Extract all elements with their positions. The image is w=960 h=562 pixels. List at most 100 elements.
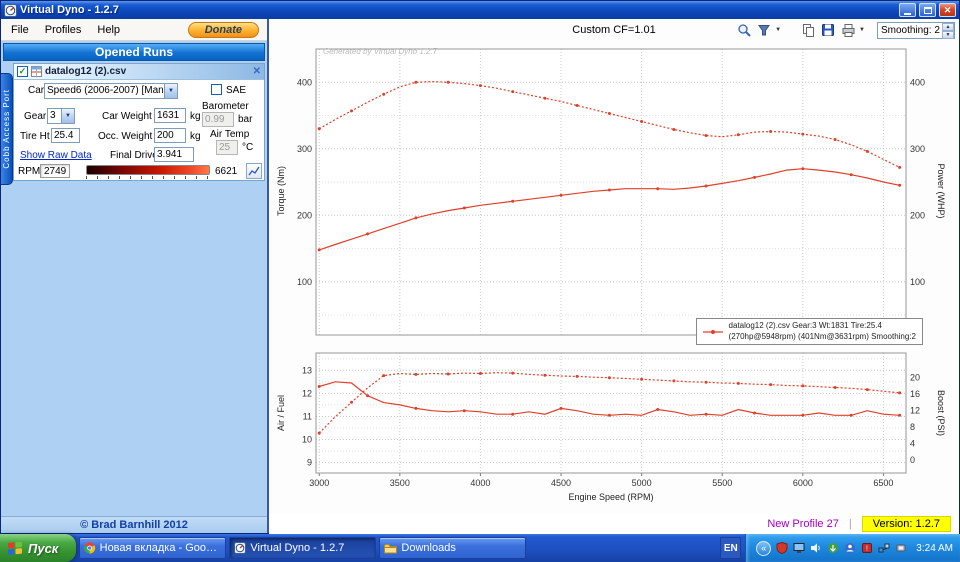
- profile-name[interactable]: New Profile 27: [767, 518, 839, 530]
- svg-text:3000: 3000: [309, 478, 329, 488]
- tray-icon-usb[interactable]: [894, 542, 907, 555]
- air-temp-label: Air Temp: [210, 129, 250, 140]
- car-weight-field[interactable]: [154, 108, 186, 123]
- taskbar-item-downloads[interactable]: Downloads: [379, 537, 527, 559]
- svg-text:200: 200: [297, 210, 312, 220]
- svg-text:12: 12: [302, 388, 312, 398]
- close-button[interactable]: ✕: [939, 3, 956, 17]
- menu-file[interactable]: File: [3, 22, 37, 38]
- spinner-down-icon[interactable]: ▼: [942, 30, 954, 39]
- app-icon: [4, 3, 17, 17]
- car-label: Car: [28, 85, 45, 96]
- spinner-up-icon[interactable]: ▲: [942, 22, 954, 31]
- tray-icon-antivirus[interactable]: !: [860, 542, 873, 555]
- gear-label: Gear: [24, 111, 47, 122]
- tray-icon-display[interactable]: [792, 542, 805, 555]
- chevron-down-icon[interactable]: ▼: [775, 27, 781, 33]
- dyno-chart-plot[interactable]: 100 200 300 400 100 200 300 400: [269, 41, 959, 347]
- car-weight-unit: kg: [190, 111, 201, 122]
- menu-help[interactable]: Help: [89, 22, 128, 38]
- virtual-dyno-window: Virtual Dyno - 1.2.7 ✕ File Profiles Hel…: [0, 0, 960, 535]
- start-button[interactable]: Пуск: [0, 534, 77, 562]
- menubar: File Profiles Help Donate: [1, 19, 267, 41]
- svg-text:200: 200: [910, 210, 925, 220]
- taskbar-item-browser[interactable]: Новая вкладка - Google...: [79, 537, 227, 559]
- legend-line-2: (270hp@5948rpm) (401Nm@3631rpm) Smoothin…: [728, 331, 916, 341]
- afr-boost-chart-plot[interactable]: 9 10 11 12 13 0 4 8 12 16 20 3000 3500 4000 4500 5000 55…: [269, 347, 959, 513]
- cobb-access-port-tab[interactable]: Cobb Access Port: [1, 73, 13, 185]
- rpm-min-value: 2749: [40, 164, 71, 178]
- maximize-button[interactable]: [919, 3, 936, 17]
- smoothing-value: Smoothing: 2: [881, 24, 940, 36]
- magnifier-icon: [737, 23, 751, 37]
- tire-ht-field[interactable]: [51, 128, 80, 143]
- svg-text:300: 300: [910, 144, 925, 154]
- svg-text:Engine Speed (RPM): Engine Speed (RPM): [568, 492, 653, 502]
- svg-text:100: 100: [297, 277, 312, 287]
- tray-icon-messenger[interactable]: [843, 542, 856, 555]
- floppy-disk-icon: [822, 24, 835, 36]
- svg-text:0: 0: [910, 455, 915, 465]
- left-panel: File Profiles Help Donate Opened Runs da…: [1, 19, 269, 533]
- windows-flag-icon: [8, 541, 22, 555]
- dyno-chart[interactable]: 100 200 300 400 100 200 300 400 Generated by Vi…: [269, 41, 959, 347]
- tray-icon-network[interactable]: [877, 542, 890, 555]
- hidden-icons-chevron[interactable]: «: [756, 540, 772, 556]
- print-button[interactable]: [839, 21, 857, 39]
- taskbar-item-virtual-dyno[interactable]: Virtual Dyno - 1.2.7: [229, 537, 377, 559]
- save-button[interactable]: [819, 21, 837, 39]
- sae-checkbox[interactable]: [211, 84, 222, 95]
- titlebar[interactable]: Virtual Dyno - 1.2.7 ✕: [1, 1, 959, 19]
- tray-icon-update[interactable]: [826, 542, 839, 555]
- opened-runs-header: Opened Runs: [3, 43, 265, 61]
- occ-weight-field[interactable]: [154, 128, 186, 143]
- legend-line-1: datalog12 (2).csv Gear:3 Wt:1831 Tire:25…: [728, 321, 882, 331]
- svg-text:16: 16: [910, 389, 920, 399]
- tire-ht-label: Tire Ht: [20, 131, 50, 142]
- start-label: Пуск: [28, 540, 59, 556]
- chevron-down-icon: ▼: [61, 109, 74, 123]
- show-raw-data-link[interactable]: Show Raw Data: [20, 150, 92, 161]
- air-temp-unit: °C: [242, 142, 254, 153]
- tray-icon-volume[interactable]: [809, 542, 822, 555]
- chevron-down-icon[interactable]: ▼: [859, 27, 865, 33]
- car-select[interactable]: Speed6 (2006-2007) [Manu ▼: [44, 83, 178, 99]
- svg-text:5000: 5000: [632, 478, 652, 488]
- run-close-icon[interactable]: ✕: [253, 66, 261, 77]
- run-filename: datalog12 (2).csv: [45, 66, 127, 77]
- svg-text:10: 10: [302, 435, 312, 445]
- chevron-down-icon: ▼: [164, 84, 177, 98]
- filter-button[interactable]: [755, 21, 773, 39]
- funnel-icon: [758, 25, 771, 36]
- run-enabled-checkbox[interactable]: [17, 66, 28, 77]
- menu-profiles[interactable]: Profiles: [37, 22, 90, 38]
- version-badge: Version: 1.2.7: [861, 516, 951, 532]
- copy-button[interactable]: [799, 21, 817, 39]
- gear-select[interactable]: 3 ▼: [47, 108, 75, 124]
- svg-text:13: 13: [302, 365, 312, 375]
- donate-button[interactable]: Donate: [187, 21, 259, 38]
- occ-weight-unit: kg: [190, 131, 201, 142]
- spinner-buttons[interactable]: ▲ ▼: [942, 22, 954, 39]
- final-drive-field[interactable]: [154, 147, 194, 162]
- rpm-range-slider[interactable]: [86, 165, 210, 175]
- zoom-button[interactable]: [735, 21, 753, 39]
- run-header: datalog12 (2).csv ✕: [14, 64, 264, 80]
- csv-file-icon: [31, 66, 42, 77]
- car-weight-label: Car Weight: [102, 111, 152, 122]
- minimize-button[interactable]: [899, 3, 916, 17]
- line-chart-icon: [248, 166, 260, 176]
- taskbar-clock[interactable]: 3:24 AM: [916, 543, 953, 554]
- svg-text:!: !: [866, 546, 868, 553]
- custom-cf-label: Custom CF=1.01: [572, 24, 656, 36]
- afr-boost-chart[interactable]: 9 10 11 12 13 0 4 8 12 16 20 3000 3500 4000 4500 5000 55…: [269, 347, 959, 513]
- svg-text:3500: 3500: [390, 478, 410, 488]
- rpm-max-value: 6621: [215, 166, 238, 177]
- legend-series-marker: [702, 329, 723, 334]
- taskbar: Пуск Новая вкладка - Google... Virtual D…: [0, 534, 960, 562]
- tray-icon-shield[interactable]: [775, 542, 788, 555]
- svg-text:11: 11: [303, 411, 312, 421]
- raw-chart-button[interactable]: [246, 163, 262, 179]
- language-indicator[interactable]: EN: [720, 537, 742, 559]
- smoothing-spinner[interactable]: Smoothing: 2 ▲ ▼: [877, 21, 955, 39]
